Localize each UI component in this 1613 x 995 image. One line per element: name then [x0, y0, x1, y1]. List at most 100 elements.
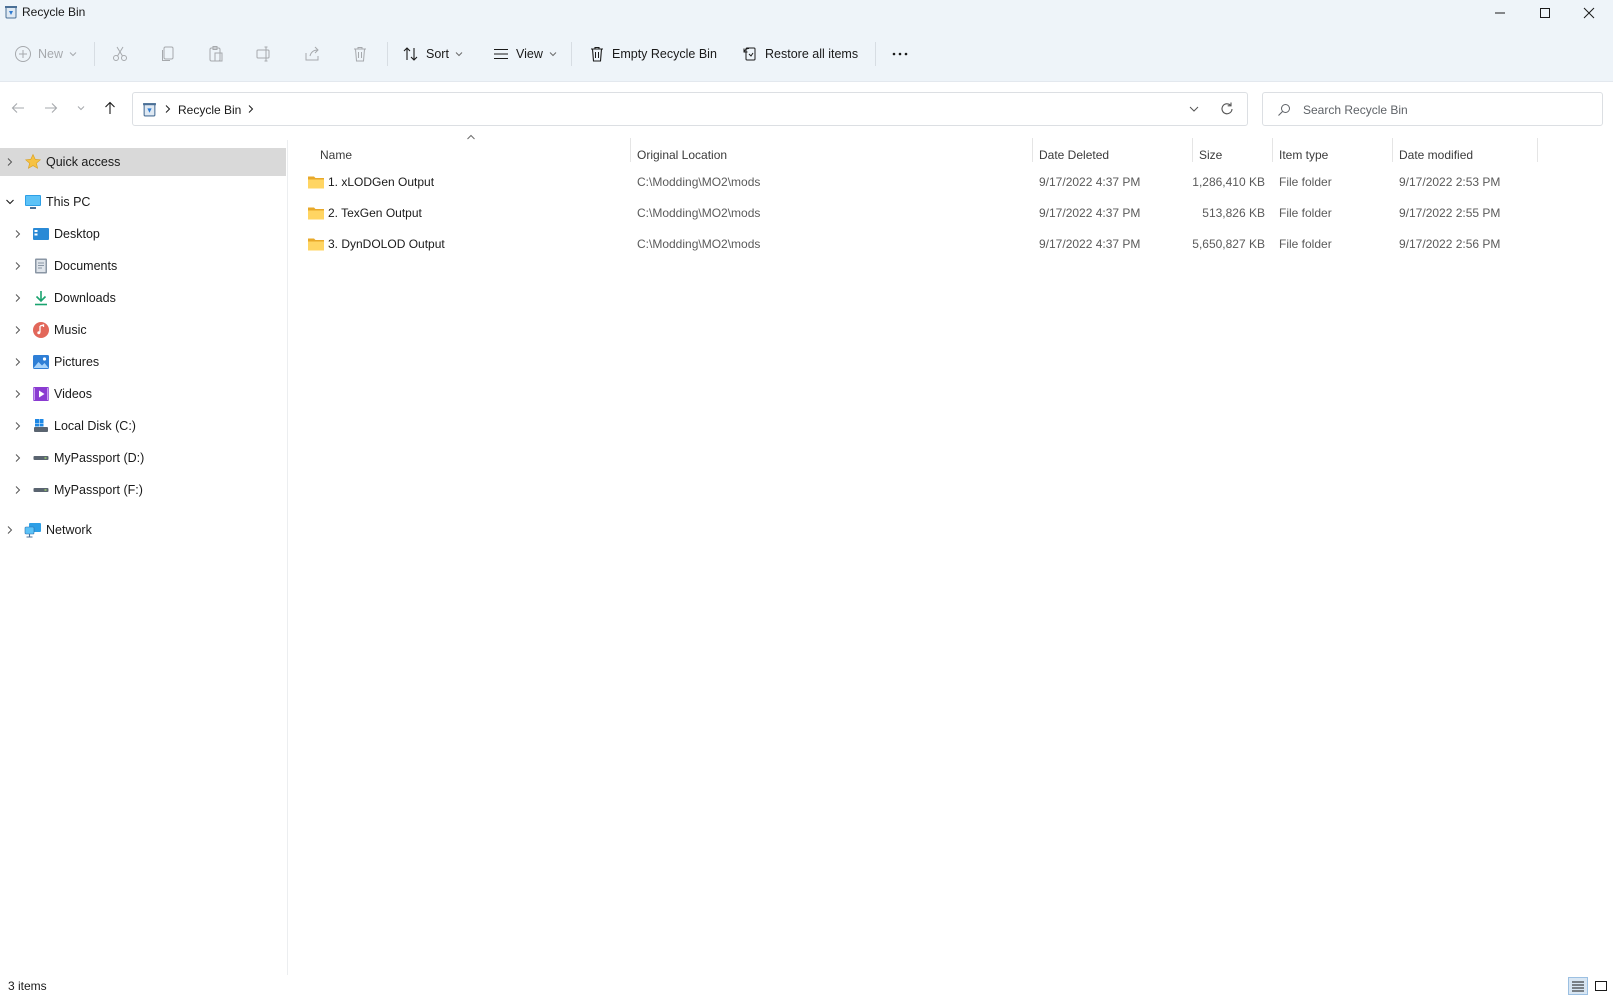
- chevron-right-icon[interactable]: [12, 228, 24, 240]
- nav-item-videos[interactable]: Videos: [0, 380, 286, 408]
- table-row[interactable]: 2. TexGen Output C:\Modding\MO2\mods 9/1…: [300, 198, 1540, 228]
- chevron-right-icon[interactable]: [12, 292, 24, 304]
- nav-item-mypassport-d[interactable]: MyPassport (D:): [0, 444, 286, 472]
- forward-button[interactable]: [41, 96, 61, 120]
- file-original-location: C:\Modding\MO2\mods: [637, 175, 761, 189]
- file-name: 2. TexGen Output: [328, 206, 422, 220]
- nav-item-desktop[interactable]: Desktop: [0, 220, 286, 248]
- nav-item-network[interactable]: Network: [0, 516, 286, 544]
- share-button[interactable]: [303, 40, 321, 68]
- nav-item-documents[interactable]: Documents: [0, 252, 286, 280]
- close-icon: [1583, 7, 1595, 19]
- column-header-name[interactable]: Name: [320, 140, 630, 170]
- chevron-right-icon[interactable]: [12, 388, 24, 400]
- pane-divider[interactable]: [287, 140, 288, 975]
- sort-icon: [403, 47, 418, 61]
- column-divider[interactable]: [630, 138, 631, 162]
- file-original-location: C:\Modding\MO2\mods: [637, 206, 761, 220]
- view-button[interactable]: View: [492, 40, 557, 68]
- delete-button[interactable]: [351, 40, 369, 68]
- navigation-pane: Quick access This PC Desktop Documents D…: [0, 140, 286, 975]
- empty-recycle-bin-button[interactable]: Empty Recycle Bin: [588, 40, 717, 68]
- column-divider[interactable]: [1392, 138, 1393, 162]
- search-box[interactable]: Search Recycle Bin: [1262, 92, 1603, 126]
- nav-item-label: Pictures: [54, 355, 100, 369]
- table-row[interactable]: 3. DynDOLOD Output C:\Modding\MO2\mods 9…: [300, 229, 1540, 259]
- nav-item-label: MyPassport (D:): [54, 451, 145, 465]
- maximize-button[interactable]: [1523, 0, 1567, 26]
- network-icon: [24, 523, 41, 538]
- cut-button[interactable]: [111, 40, 129, 68]
- rename-button[interactable]: [255, 40, 273, 68]
- column-header-size[interactable]: Size: [1199, 140, 1272, 170]
- column-header-original-location[interactable]: Original Location: [637, 140, 1032, 170]
- nav-item-label: Documents: [54, 259, 118, 273]
- column-divider[interactable]: [1192, 138, 1193, 162]
- item-count: 3 items: [8, 979, 47, 993]
- videos-icon: [33, 387, 49, 401]
- minimize-button[interactable]: [1478, 0, 1522, 26]
- copy-button[interactable]: [159, 40, 177, 68]
- nav-item-downloads[interactable]: Downloads: [0, 284, 286, 312]
- nav-item-mypassport-f[interactable]: MyPassport (F:): [0, 476, 286, 504]
- breadcrumb-recycle-bin[interactable]: Recycle Bin: [178, 103, 241, 117]
- chevron-right-icon[interactable]: [12, 260, 24, 272]
- address-bar[interactable]: Recycle Bin: [132, 92, 1248, 126]
- chevron-right-icon[interactable]: [4, 156, 16, 168]
- file-size: 1,286,410 KB: [1192, 175, 1265, 189]
- column-header-item-type[interactable]: Item type: [1279, 140, 1392, 170]
- sort-label: Sort: [426, 47, 449, 61]
- column-divider[interactable]: [1537, 138, 1538, 162]
- recycle-bin-icon: [143, 103, 156, 117]
- chevron-right-icon[interactable]: [12, 452, 24, 464]
- more-options-button[interactable]: [890, 40, 910, 68]
- toolbar-divider: [875, 42, 876, 66]
- chevron-right-icon[interactable]: [12, 324, 24, 336]
- column-divider[interactable]: [1272, 138, 1273, 162]
- copy-icon: [162, 46, 174, 61]
- refresh-icon[interactable]: [1219, 101, 1235, 117]
- tiles-view-button[interactable]: [1591, 977, 1611, 995]
- column-divider[interactable]: [1032, 138, 1033, 162]
- column-header-date-modified[interactable]: Date modified: [1399, 140, 1537, 170]
- nav-item-this-pc[interactable]: This PC: [0, 188, 286, 216]
- chevron-right-icon[interactable]: [246, 102, 256, 116]
- nav-item-music[interactable]: Music: [0, 316, 286, 344]
- nav-item-local-disk-c[interactable]: Local Disk (C:): [0, 412, 286, 440]
- chevron-down-icon[interactable]: [4, 196, 16, 208]
- chevron-right-icon[interactable]: [4, 524, 16, 536]
- folder-icon: [308, 176, 324, 189]
- back-button[interactable]: [8, 96, 28, 120]
- chevron-right-icon[interactable]: [163, 102, 173, 116]
- file-item-type: File folder: [1279, 175, 1332, 189]
- close-button[interactable]: [1567, 0, 1611, 26]
- restore-all-items-button[interactable]: Restore all items: [741, 40, 858, 68]
- table-row[interactable]: 1. xLODGen Output C:\Modding\MO2\mods 9/…: [300, 167, 1540, 197]
- nav-item-label: Quick access: [46, 155, 121, 169]
- nav-item-quick-access[interactable]: Quick access: [0, 148, 286, 176]
- toolbar-divider: [387, 42, 388, 66]
- sort-button[interactable]: Sort: [402, 40, 463, 68]
- file-date-deleted: 9/17/2022 4:37 PM: [1039, 206, 1141, 220]
- up-button[interactable]: [100, 96, 120, 120]
- drive-icon: [33, 488, 49, 492]
- address-dropdown-icon[interactable]: [1188, 103, 1200, 115]
- chevron-right-icon[interactable]: [12, 356, 24, 368]
- paste-button[interactable]: [207, 40, 225, 68]
- folder-icon: [308, 238, 324, 251]
- chevron-down-icon: [455, 52, 463, 57]
- file-item-type: File folder: [1279, 206, 1332, 220]
- recent-locations-button[interactable]: [74, 96, 88, 120]
- new-button[interactable]: New: [14, 40, 77, 68]
- chevron-right-icon[interactable]: [12, 484, 24, 496]
- search-placeholder: Search Recycle Bin: [1303, 103, 1408, 117]
- details-view-icon: [1572, 981, 1584, 992]
- details-view-button[interactable]: [1568, 977, 1588, 995]
- file-name: 1. xLODGen Output: [328, 175, 435, 189]
- cut-icon: [113, 46, 127, 61]
- chevron-right-icon[interactable]: [12, 420, 24, 432]
- delete-icon: [354, 47, 366, 62]
- nav-item-pictures[interactable]: Pictures: [0, 348, 286, 376]
- column-header-date-deleted[interactable]: Date Deleted: [1039, 140, 1192, 170]
- toolbar-divider: [571, 42, 572, 66]
